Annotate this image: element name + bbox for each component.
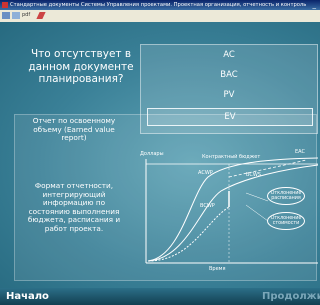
cost-callout-line xyxy=(245,204,269,222)
answer-ac[interactable]: AC xyxy=(147,48,311,62)
pdf-button[interactable]: pdf xyxy=(22,12,34,19)
window-title: Стандартные документы Системы Управления… xyxy=(10,2,307,8)
term-title: Отчет по освоенному объему (Earned value… xyxy=(32,116,116,143)
y-axis-label: Доллары xyxy=(140,151,164,157)
schedule-callout-line xyxy=(245,192,269,202)
save-icon[interactable] xyxy=(2,12,10,19)
brush-icon[interactable] xyxy=(36,12,46,19)
eac-label: EAC xyxy=(295,149,305,155)
budget-label: Контрактный бюджет xyxy=(202,154,261,160)
print-icon[interactable] xyxy=(12,12,20,19)
answer-pv[interactable]: PV xyxy=(147,88,311,102)
cost-variance-bubble: Отклонение стоимости xyxy=(267,212,305,230)
bcws-label: BCWS xyxy=(246,172,261,178)
x-axis-label: Время xyxy=(209,266,226,272)
navigation-bar: Начало Продолжи xyxy=(0,288,320,305)
schedule-variance-bubble: Отклонение расписания xyxy=(267,187,305,205)
start-button[interactable]: Начало xyxy=(6,290,49,303)
question-text: Что отсутствует в данном документе плани… xyxy=(28,48,134,85)
answer-bac[interactable]: BAC xyxy=(147,68,311,82)
term-description: Формат отчетности, интегрирующий информа… xyxy=(27,181,121,233)
acwp-curve xyxy=(147,157,319,262)
minimize-button[interactable]: _ xyxy=(313,0,317,10)
acwp-label: ACWP xyxy=(198,170,213,176)
slide: Что отсутствует в данном документе плани… xyxy=(0,22,320,305)
app-icon xyxy=(2,2,8,8)
earned-value-diagram: Доллары Контрактный бюджет EAC ACWP BCWS… xyxy=(136,149,320,277)
bcwp-label: BCWP xyxy=(200,203,215,209)
window-titlebar: Стандартные документы Системы Управления… xyxy=(0,0,320,10)
continue-button[interactable]: Продолжи xyxy=(262,290,320,303)
